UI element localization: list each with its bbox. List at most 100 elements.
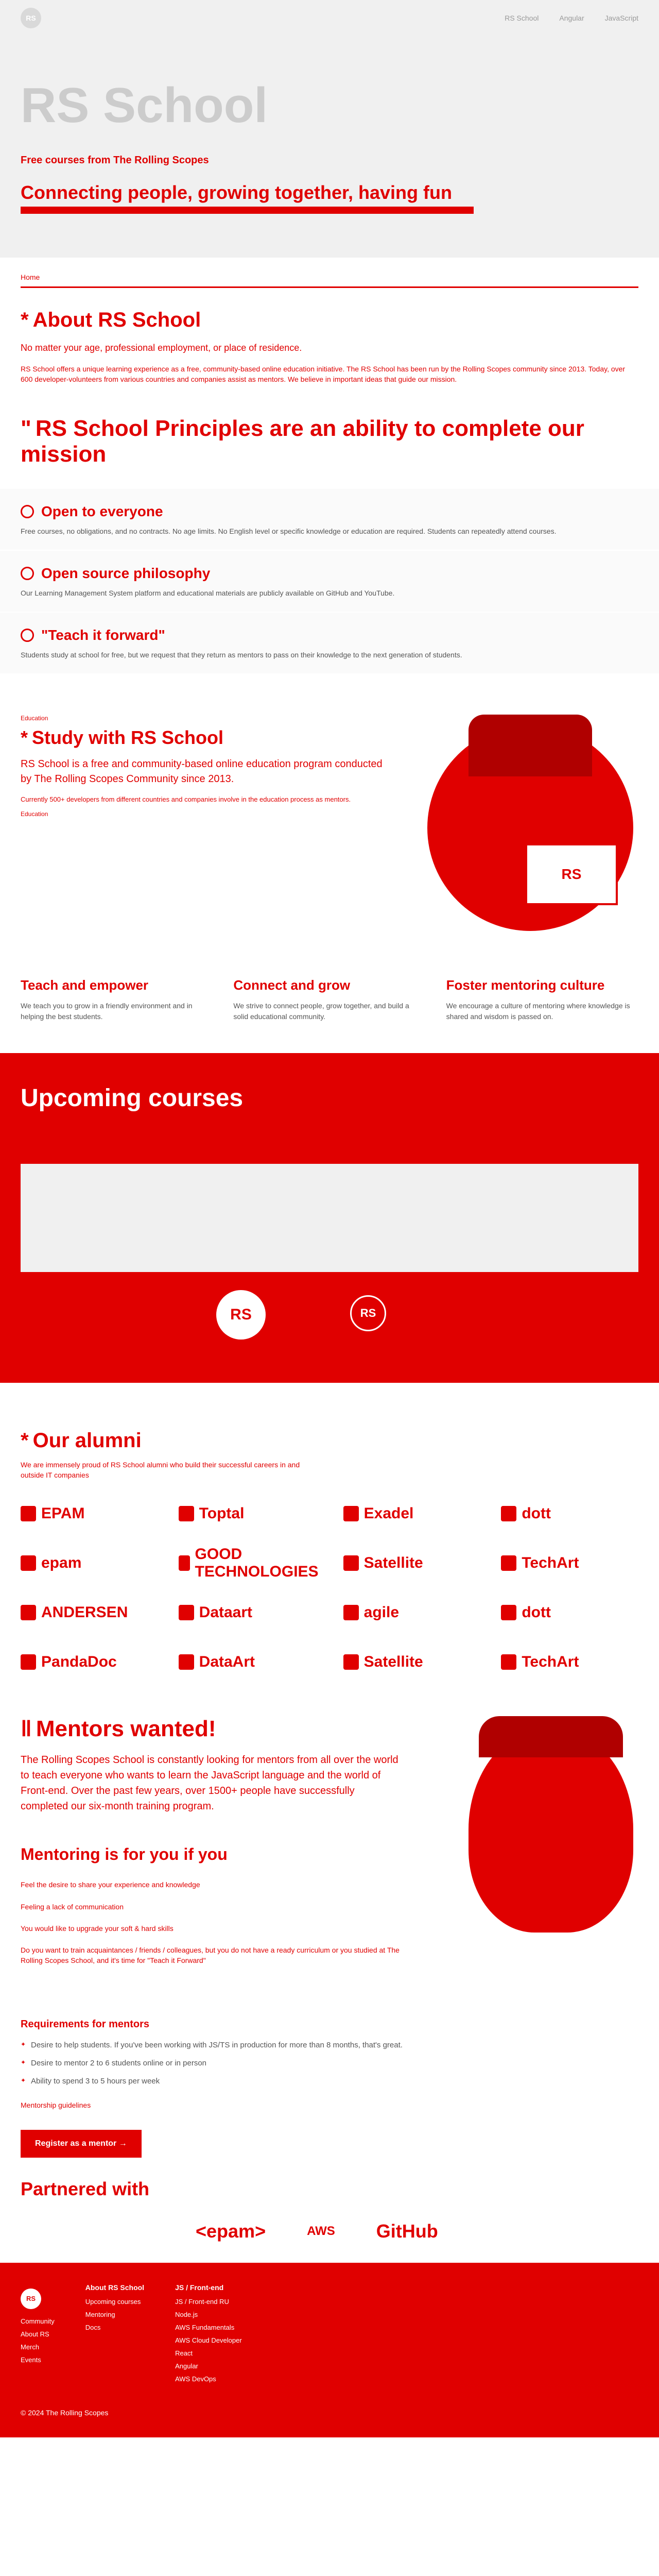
company-logo: Toptal — [178, 1501, 323, 1527]
company-logo: Exadel — [343, 1501, 481, 1527]
company-logo: agile — [343, 1600, 481, 1625]
pillar: Foster mentoring culture We encourage a … — [446, 977, 630, 1021]
footer-link[interactable]: AWS Cloud Developer — [175, 2336, 242, 2344]
courses-section: Upcoming courses RS RS — [0, 1053, 659, 1383]
heart-icon — [21, 504, 34, 518]
company-logo: TechArt — [501, 1550, 638, 1576]
reason-item: Do you want to train acquaintances / fri… — [21, 1946, 400, 1965]
requirements-title: Requirements for mentors — [21, 2018, 150, 2030]
mascot-hat — [469, 714, 592, 776]
company-logo: epam — [21, 1550, 158, 1576]
mentors-title: ‖ Mentors wanted! — [21, 1716, 216, 1742]
partner-logo-github[interactable]: GitHub — [376, 2221, 438, 2242]
footer-link[interactable]: React — [175, 2349, 242, 2357]
copyright: © 2024 The Rolling Scopes — [21, 2408, 109, 2417]
footer-link[interactable]: Angular — [175, 2362, 242, 2370]
company-logo: EPAM — [21, 1501, 158, 1527]
company-logo: DataArt — [178, 1649, 323, 1675]
courses-list[interactable] — [21, 1163, 638, 1272]
mentor-illustration — [422, 1716, 638, 1943]
guidelines-link[interactable]: Mentorship guidelines — [21, 2101, 638, 2109]
alumni-logos: EPAM Toptal Exadel dott epam GOOD TECHNO… — [21, 1501, 638, 1675]
reason-item: Feeling a lack of communication — [21, 1902, 124, 1911]
alumni-title: * Our alumni — [21, 1429, 142, 1452]
register-mentor-button[interactable]: Register as a mentor → — [21, 2129, 142, 2158]
company-logo: ANDERSEN — [21, 1600, 158, 1625]
footer-link[interactable]: AWS Fundamentals — [175, 2324, 242, 2331]
nav-link-rs-school[interactable]: RS School — [505, 14, 539, 22]
divider — [21, 286, 638, 288]
about-body: RS School offers a unique learning exper… — [21, 365, 626, 384]
footer-link[interactable]: Community — [21, 2317, 55, 2325]
footer-brand: RS Community About RS Merch Events — [21, 2283, 55, 2388]
principles-section: " RS School Principles are an ability to … — [0, 415, 659, 673]
mentors-body: The Rolling Scopes School is constantly … — [21, 1754, 398, 1812]
pillar: Connect and grow We strive to connect pe… — [233, 977, 409, 1021]
partner-logo-epam[interactable]: <epam> — [196, 2221, 266, 2242]
flower-icon — [21, 628, 34, 642]
mentor-hat — [479, 1716, 623, 1758]
hero-title: RS School — [21, 78, 268, 133]
company-logo: PandaDoc — [21, 1649, 158, 1675]
footer-link[interactable]: Upcoming courses — [85, 2298, 144, 2306]
footer-link[interactable]: Merch — [21, 2343, 55, 2351]
company-logo: Satellite — [343, 1649, 481, 1675]
study-section: Education * Study with RS School RS Schoo… — [0, 694, 659, 962]
laptop-icon: RS — [525, 843, 618, 905]
footer-link[interactable]: About RS — [21, 2330, 55, 2338]
open-source-icon — [21, 566, 34, 580]
nav-links: RS School Angular JavaScript — [505, 14, 638, 22]
company-logo: dott — [501, 1501, 638, 1527]
company-logo: Dataart — [178, 1600, 323, 1625]
company-logo: GOOD TECHNOLOGIES — [178, 1546, 323, 1580]
alumni-desc: We are immensely proud of RS School alum… — [21, 1460, 300, 1479]
footer-col: JS / Front-end JS / Front-end RU Node.js… — [175, 2283, 242, 2383]
nav-link-javascript[interactable]: JavaScript — [605, 14, 638, 22]
partner-logo-aws[interactable]: AWS — [307, 2224, 335, 2239]
footer-link[interactable]: Events — [21, 2356, 55, 2364]
hero: RS RS School Angular JavaScript RS Schoo… — [0, 0, 659, 258]
requirement-item: Desire to help students. If you've been … — [21, 2041, 638, 2049]
nav-link-angular[interactable]: Angular — [559, 14, 584, 22]
footer-link[interactable]: Node.js — [175, 2311, 242, 2318]
hero-underline — [21, 207, 474, 214]
partners-title: Partnered with — [21, 2178, 150, 2199]
footer: RS Community About RS Merch Events About… — [0, 2262, 659, 2437]
alumni-section: * Our alumni We are immensely proud of RS… — [0, 1409, 659, 1696]
pillar: Teach and empower We teach you to grow i… — [21, 977, 193, 1021]
principles-title: " RS School Principles are an ability to … — [21, 415, 584, 467]
requirements-section: Requirements for mentors Desire to help … — [0, 2019, 659, 2158]
footer-link[interactable]: AWS DevOps — [175, 2375, 242, 2383]
mentors-section: ‖ Mentors wanted! The Rolling Scopes Scho… — [0, 1696, 659, 1997]
rs-badge: RS — [216, 1290, 266, 1340]
about-lead: No matter your age, professional employm… — [21, 343, 302, 353]
rs-logo[interactable]: RS — [21, 8, 41, 28]
about-section: Home * About RS School No matter your age… — [0, 258, 659, 385]
courses-title: Upcoming courses — [21, 1084, 244, 1112]
study-extra: Education — [21, 810, 48, 818]
principle-item: Open to everyone Free courses, no obliga… — [0, 487, 659, 550]
reason-item: You would like to upgrade your soft & ha… — [21, 1924, 174, 1933]
footer-logo[interactable]: RS — [21, 2288, 41, 2309]
company-logo: Satellite — [343, 1550, 481, 1576]
footer-col: About RS School Upcoming courses Mentori… — [85, 2283, 145, 2331]
pillars: Teach and empower We teach you to grow i… — [0, 962, 659, 1038]
company-logo: dott — [501, 1600, 638, 1625]
breadcrumb[interactable]: Home — [21, 263, 638, 281]
footer-link[interactable]: Mentoring — [85, 2311, 144, 2318]
hero-tagline: Connecting people, growing together, hav… — [21, 182, 452, 203]
footer-link[interactable]: JS / Front-end RU — [175, 2298, 242, 2306]
requirement-item: Desire to mentor 2 to 6 students online … — [21, 2059, 638, 2067]
requirement-item: Ability to spend 3 to 5 hours per week — [21, 2077, 638, 2086]
company-logo: TechArt — [501, 1649, 638, 1675]
about-title: * About RS School — [21, 309, 201, 331]
mentor-body — [469, 1726, 633, 1933]
reason-item: Feel the desire to share your experience… — [21, 1880, 200, 1889]
mascot-illustration: RS — [412, 714, 638, 941]
principle-item: Open source philosophy Our Learning Mana… — [0, 549, 659, 612]
requirements-list: Desire to help students. If you've been … — [21, 2041, 638, 2086]
principle-item: "Teach it forward" Students study at sch… — [0, 611, 659, 673]
footer-link[interactable]: Docs — [85, 2324, 144, 2331]
mentoring-for-you-title: Mentoring is for you if you — [21, 1845, 228, 1864]
study-body: Currently 500+ developers from different… — [21, 795, 351, 803]
